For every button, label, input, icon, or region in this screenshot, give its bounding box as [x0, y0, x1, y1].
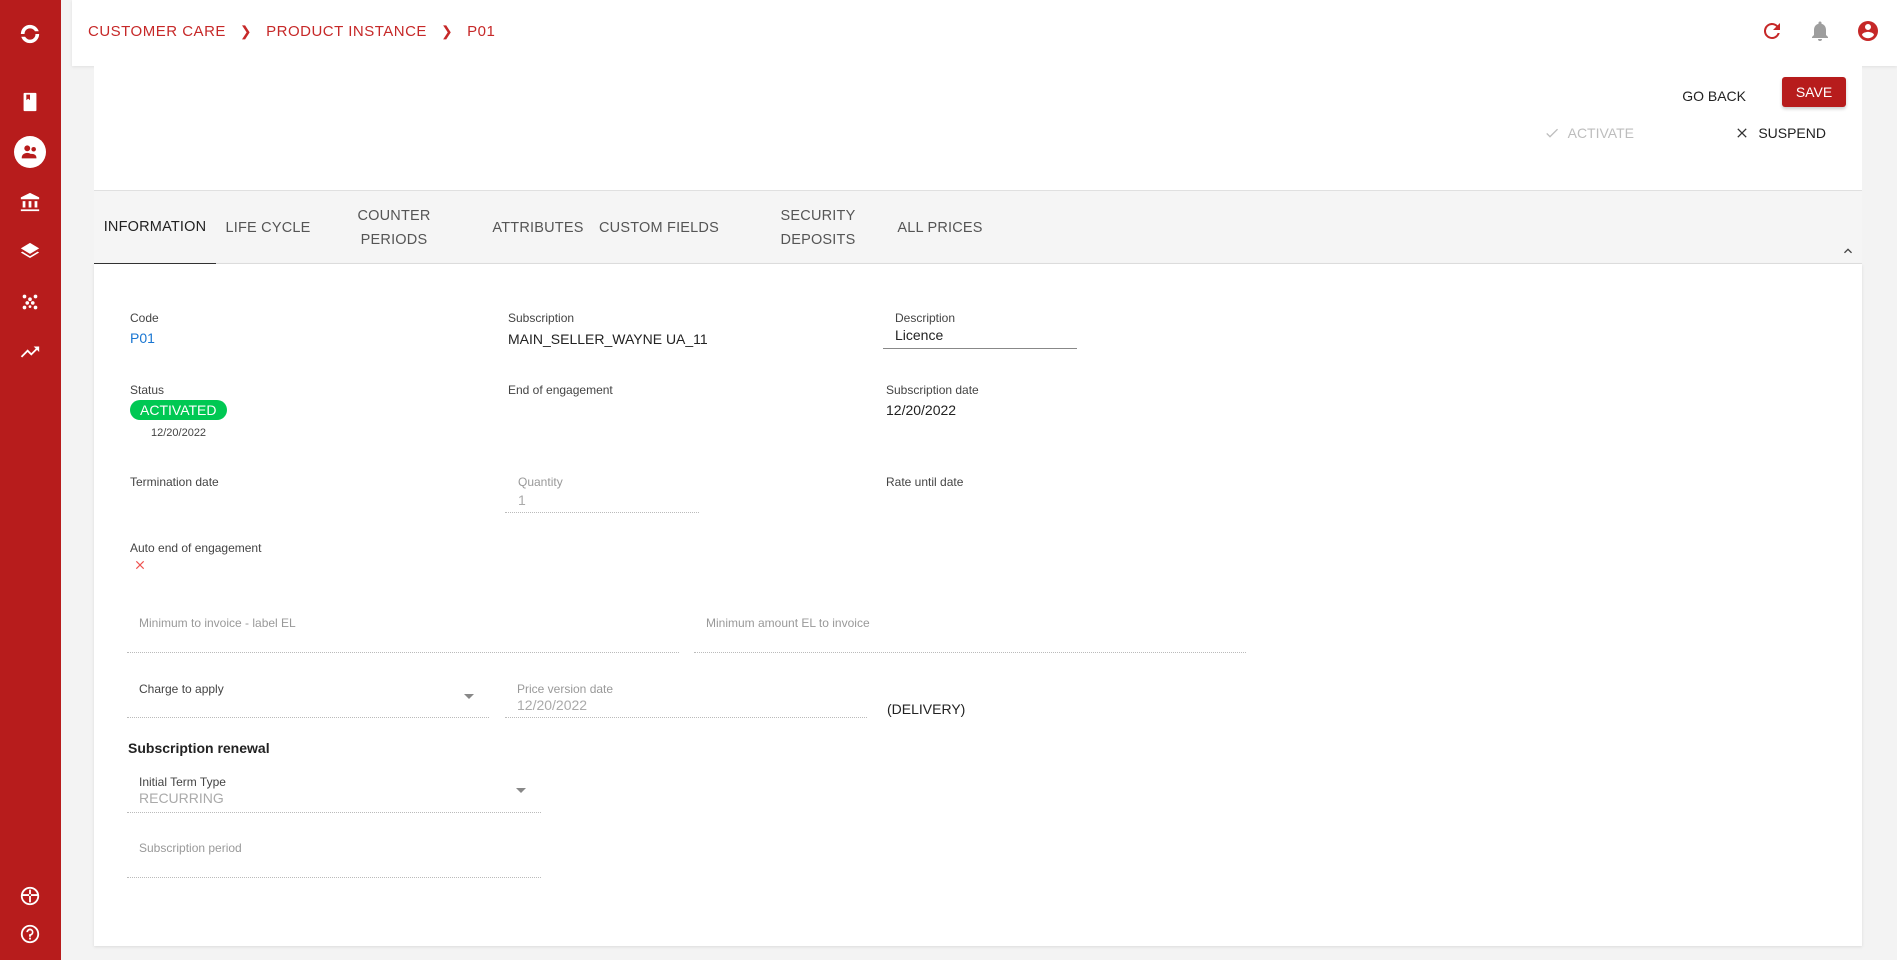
subscription-renewal-title: Subscription renewal — [128, 740, 270, 756]
customers-icon[interactable] — [14, 136, 46, 168]
delivery-text: (DELIVERY) — [887, 701, 966, 717]
action-header: GO BACK SAVE ACTIVATE SUSPEND — [94, 66, 1862, 190]
tabs-bar: INFORMATION LIFE CYCLE COUNTER PERIODS AT… — [94, 190, 1862, 265]
tab-attributes[interactable]: ATTRIBUTES — [488, 191, 588, 265]
sidebar — [0, 0, 61, 960]
quantity-input[interactable]: 1 — [518, 492, 526, 508]
subscription-value: MAIN_SELLER_WAYNE UA_11 — [508, 331, 708, 347]
suspend-label: SUSPEND — [1758, 125, 1826, 141]
activate-label: ACTIVATE — [1567, 125, 1634, 141]
information-panel: Code P01 Subscription MAIN_SELLER_WAYNE … — [94, 264, 1862, 946]
layers-icon[interactable] — [14, 236, 46, 268]
initial-term-underline — [127, 812, 541, 813]
chevron-right-icon: ❯ — [440, 23, 454, 39]
book-icon[interactable] — [14, 86, 46, 118]
status-date: 12/20/2022 — [151, 427, 207, 439]
code-link[interactable]: P01 — [130, 330, 155, 346]
min-invoice-label-input[interactable]: Minimum to invoice - label EL — [139, 616, 296, 630]
subscription-date-value: 12/20/2022 — [886, 402, 957, 418]
min-amount-underline — [694, 652, 1246, 653]
price-version-date-input[interactable]: 12/20/2022 — [517, 697, 587, 713]
account-icon[interactable] — [1855, 18, 1881, 44]
help-icon[interactable] — [14, 918, 46, 950]
activate-button[interactable]: ACTIVATE — [1544, 125, 1634, 141]
tab-counter-periods[interactable]: COUNTER PERIODS — [344, 191, 444, 265]
logo-icon[interactable] — [14, 18, 46, 50]
min-invoice-underline — [127, 652, 679, 653]
quantity-label: Quantity — [518, 475, 563, 489]
description-input[interactable]: Licence — [895, 327, 943, 343]
subscription-period-input[interactable]: Subscription period — [139, 841, 242, 855]
language-icon[interactable] — [14, 880, 46, 912]
price-version-date-label: Price version date — [517, 682, 614, 696]
suspend-button[interactable]: SUSPEND — [1734, 125, 1826, 141]
trending-icon[interactable] — [14, 336, 46, 368]
breadcrumb-customer-care[interactable]: CUSTOMER CARE — [88, 23, 226, 40]
subscription-label: Subscription — [508, 311, 575, 325]
charge-underline — [127, 717, 489, 718]
tab-information[interactable]: INFORMATION — [94, 191, 216, 265]
breadcrumb-current: P01 — [467, 23, 496, 40]
description-underline — [883, 348, 1077, 349]
termination-date-label: Termination date — [130, 475, 219, 489]
status-label: Status — [130, 383, 165, 397]
top-icons — [1759, 18, 1881, 44]
tab-security-deposits[interactable]: SECURITY DEPOSITS — [768, 191, 868, 265]
price-version-underline — [505, 717, 867, 718]
close-icon — [1737, 128, 1747, 138]
bank-icon[interactable] — [14, 186, 46, 218]
go-back-button[interactable]: GO BACK — [1674, 84, 1754, 108]
dots-icon[interactable] — [14, 286, 46, 318]
check-icon — [1545, 128, 1558, 138]
chevron-right-icon: ❯ — [239, 23, 253, 39]
bell-icon[interactable] — [1807, 18, 1833, 44]
initial-term-type-label: Initial Term Type — [139, 775, 226, 789]
code-label: Code — [130, 311, 159, 325]
subscription-date-label: Subscription date — [886, 383, 979, 397]
refresh-icon[interactable] — [1759, 18, 1785, 44]
breadcrumb-product-instance[interactable]: PRODUCT INSTANCE — [266, 23, 427, 40]
description-label: Description — [895, 311, 956, 325]
subscription-period-underline — [127, 877, 541, 878]
save-button[interactable]: SAVE — [1782, 77, 1846, 107]
min-amount-input[interactable]: Minimum amount EL to invoice — [706, 616, 870, 630]
tab-life-cycle[interactable]: LIFE CYCLE — [216, 191, 320, 265]
chevron-down-icon[interactable] — [464, 694, 474, 699]
auto-end-label: Auto end of engagement — [130, 541, 262, 555]
top-bar: CUSTOMER CARE ❯ PRODUCT INSTANCE ❯ P01 — [72, 0, 1897, 66]
breadcrumb: CUSTOMER CARE ❯ PRODUCT INSTANCE ❯ P01 — [88, 23, 495, 40]
quantity-underline — [505, 512, 699, 513]
charge-to-apply-select[interactable]: Charge to apply — [139, 682, 224, 696]
chevron-up-icon[interactable] — [1840, 243, 1856, 259]
chevron-down-icon[interactable] — [516, 788, 526, 793]
close-icon — [133, 558, 147, 572]
rate-until-date-label: Rate until date — [886, 475, 964, 489]
tab-all-prices[interactable]: ALL PRICES — [890, 191, 990, 265]
tab-custom-fields[interactable]: CUSTOM FIELDS — [594, 191, 724, 265]
end-of-engagement-label: End of engagement — [508, 383, 613, 397]
status-badge: ACTIVATED — [130, 400, 227, 420]
initial-term-type-select[interactable]: RECURRING — [139, 790, 224, 806]
